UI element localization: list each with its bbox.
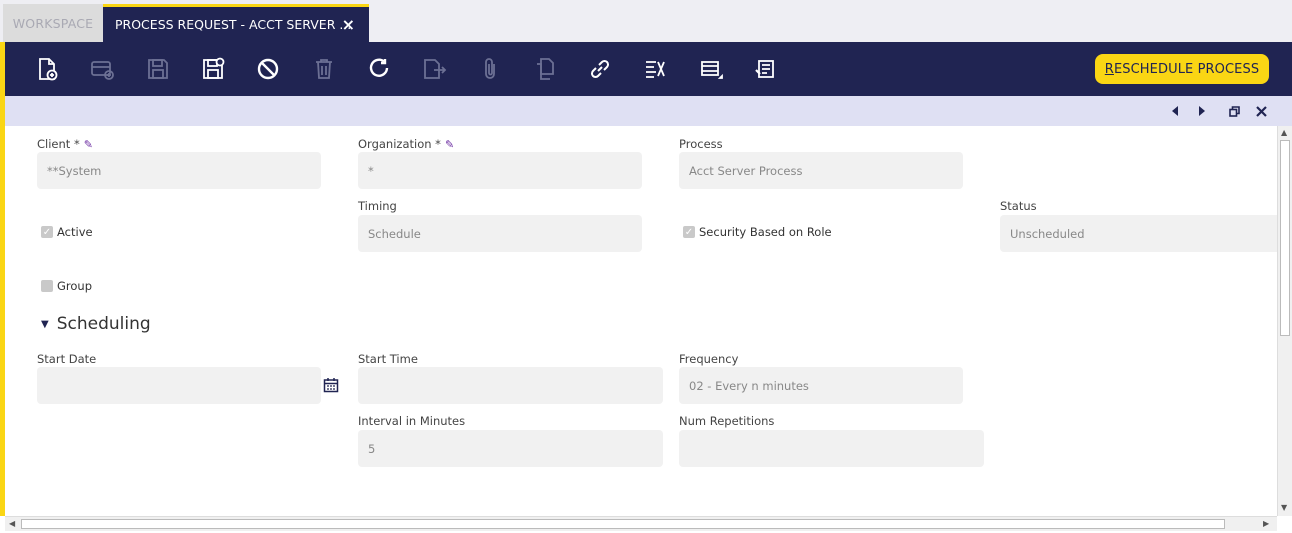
interval-field[interactable]: 5 bbox=[358, 430, 663, 467]
organization-field[interactable]: * bbox=[358, 152, 642, 189]
scroll-down-icon[interactable]: ▼ bbox=[1281, 503, 1287, 512]
undo-icon[interactable] bbox=[255, 56, 281, 82]
group-checkbox[interactable]: Group bbox=[41, 279, 92, 293]
tools-icon[interactable] bbox=[642, 56, 668, 82]
scheduling-section-title: Scheduling bbox=[56, 314, 151, 334]
status-label: Status bbox=[1000, 199, 1037, 213]
num-repetitions-field[interactable] bbox=[679, 430, 984, 467]
start-time-label: Start Time bbox=[358, 352, 418, 366]
copy-icon[interactable] bbox=[532, 56, 558, 82]
grid-toggle-icon[interactable] bbox=[698, 56, 724, 82]
reschedule-process-button[interactable]: R ESCHEDULE PROCESS bbox=[1095, 54, 1269, 84]
link-icon[interactable] bbox=[587, 56, 613, 82]
start-date-label: Start Date bbox=[37, 352, 97, 366]
process-field[interactable]: Acct Server Process bbox=[679, 152, 963, 189]
attach-icon[interactable] bbox=[477, 56, 503, 82]
start-date-field[interactable] bbox=[37, 367, 321, 404]
scroll-up-icon[interactable]: ▲ bbox=[1281, 128, 1287, 137]
new-document-icon[interactable] bbox=[34, 56, 60, 82]
tab-bar: WORKSPACE PROCESS REQUEST - ACCT SERVER … bbox=[0, 0, 1292, 42]
security-based-on-role-checkbox[interactable]: ✓ Security Based on Role bbox=[683, 225, 832, 239]
scheduling-section-header[interactable]: ▼ Scheduling bbox=[41, 314, 151, 334]
pencil-icon[interactable]: ✎ bbox=[445, 138, 454, 151]
caret-down-icon[interactable]: ▼ bbox=[41, 319, 49, 330]
group-label: Group bbox=[57, 279, 93, 293]
new-row-icon[interactable] bbox=[89, 56, 115, 82]
organization-label-text: Organization * bbox=[358, 137, 441, 151]
refresh-icon[interactable] bbox=[366, 56, 392, 82]
timing-label: Timing bbox=[358, 199, 397, 213]
previous-record-icon[interactable] bbox=[1167, 103, 1183, 119]
security-based-on-role-label: Security Based on Role bbox=[699, 225, 832, 239]
close-form-icon[interactable] bbox=[1253, 103, 1269, 119]
status-field[interactable]: Unscheduled bbox=[1000, 215, 1277, 252]
toolbar: R ESCHEDULE PROCESS bbox=[0, 42, 1292, 96]
active-checkbox[interactable]: ✓ Active bbox=[41, 225, 93, 239]
active-label: Active bbox=[57, 225, 93, 239]
reschedule-process-label: ESCHEDULE PROCESS bbox=[1113, 61, 1260, 77]
organization-label: Organization * ✎ bbox=[358, 137, 454, 151]
client-label: Client * ✎ bbox=[37, 137, 93, 151]
interval-label: Interval in Minutes bbox=[358, 414, 466, 428]
next-record-icon[interactable] bbox=[1194, 103, 1210, 119]
tab-process-request-label: PROCESS REQUEST - ACCT SERVER ... bbox=[115, 17, 352, 32]
frequency-field[interactable]: 02 - Every n minutes bbox=[679, 367, 963, 404]
vertical-scrollbar[interactable]: ▲ ▼ bbox=[1277, 126, 1292, 516]
calendar-icon[interactable] bbox=[323, 377, 339, 393]
horizontal-scrollbar[interactable]: ◀ ▶ bbox=[5, 516, 1277, 531]
vertical-scroll-thumb[interactable] bbox=[1280, 140, 1290, 336]
pencil-icon[interactable]: ✎ bbox=[84, 138, 93, 151]
horizontal-scroll-thumb[interactable] bbox=[21, 519, 1225, 529]
client-field[interactable]: **System bbox=[37, 152, 321, 189]
start-time-field[interactable] bbox=[358, 367, 663, 404]
audit-icon[interactable] bbox=[753, 56, 779, 82]
delete-icon[interactable] bbox=[311, 56, 337, 82]
record-nav-bar bbox=[5, 96, 1292, 126]
export-icon[interactable] bbox=[421, 56, 447, 82]
scroll-right-icon[interactable]: ▶ bbox=[1263, 519, 1269, 528]
save-icon[interactable] bbox=[145, 56, 171, 82]
maximize-icon[interactable] bbox=[1226, 103, 1242, 119]
form-content: Client * ✎ **System Organization * ✎ * Pro… bbox=[5, 126, 1277, 516]
tab-workspace[interactable]: WORKSPACE bbox=[3, 4, 103, 42]
save-close-icon[interactable] bbox=[200, 56, 226, 82]
client-label-text: Client * bbox=[37, 137, 80, 151]
tab-process-request[interactable]: PROCESS REQUEST - ACCT SERVER ... × bbox=[103, 4, 369, 42]
checkbox-checked-icon[interactable]: ✓ bbox=[41, 226, 53, 238]
timing-field[interactable]: Schedule bbox=[358, 215, 642, 252]
frequency-label: Frequency bbox=[679, 352, 739, 366]
checkbox-unchecked-icon[interactable] bbox=[41, 280, 53, 292]
scroll-left-icon[interactable]: ◀ bbox=[9, 519, 15, 528]
num-repetitions-label: Num Repetitions bbox=[679, 414, 775, 428]
checkbox-checked-icon[interactable]: ✓ bbox=[683, 226, 695, 238]
reschedule-process-accesskey: R bbox=[1104, 61, 1114, 77]
close-tab-icon[interactable]: × bbox=[342, 15, 355, 34]
process-label: Process bbox=[679, 137, 723, 151]
